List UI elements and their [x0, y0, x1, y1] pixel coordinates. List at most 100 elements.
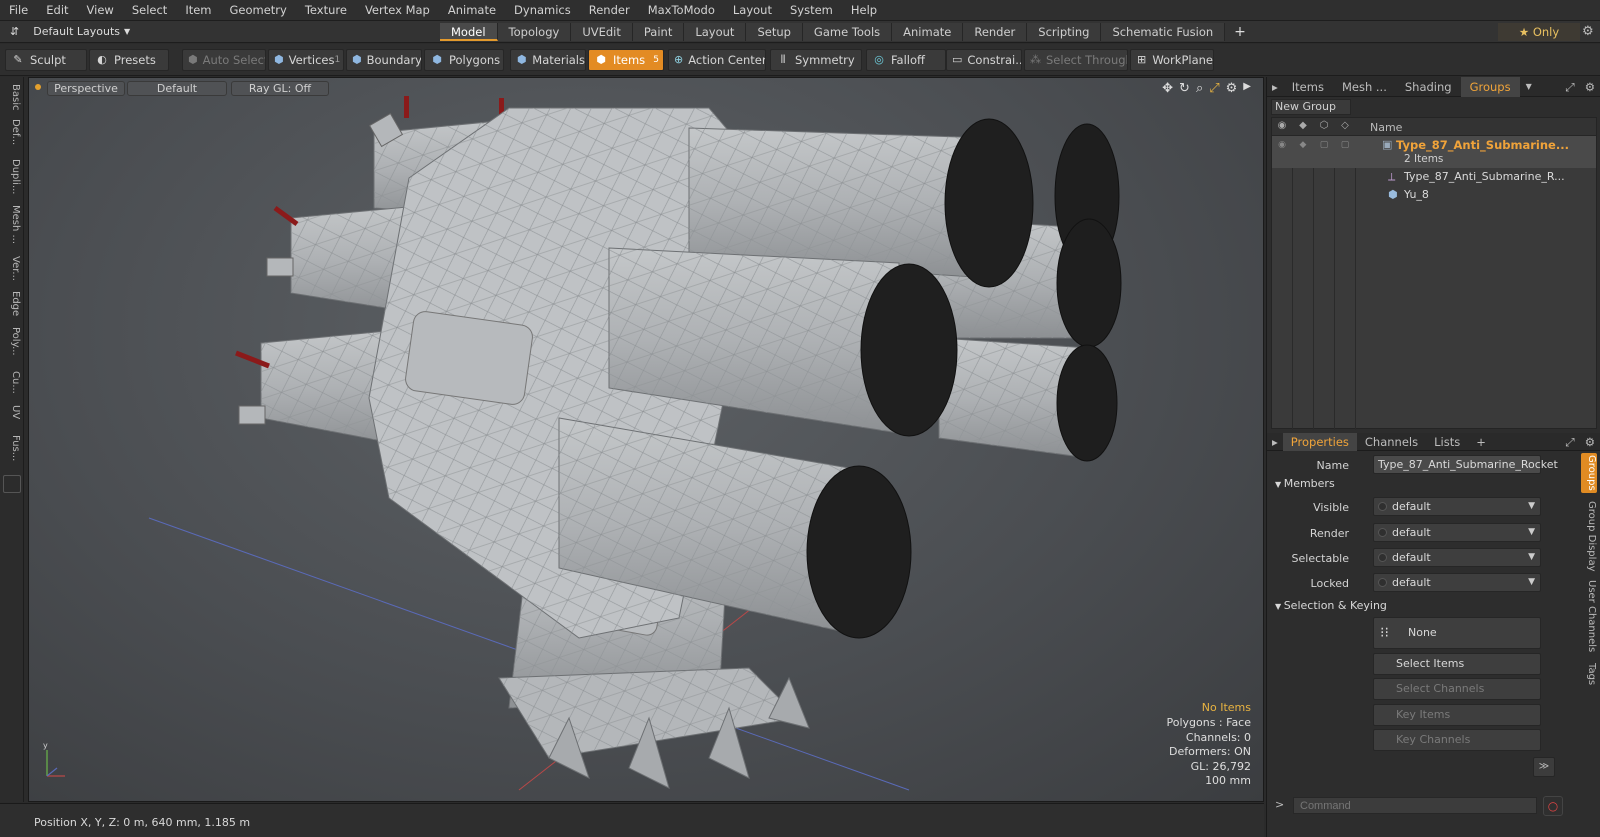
menu-layout[interactable]: Layout: [724, 0, 781, 21]
tab-schematic-fusion[interactable]: Schematic Fusion: [1101, 22, 1226, 41]
boundary-button[interactable]: ⬢ Boundary: [346, 49, 422, 71]
new-group-button[interactable]: New Group: [1271, 99, 1351, 115]
command-input[interactable]: [1293, 797, 1537, 814]
tab-scripting[interactable]: Scripting: [1027, 22, 1102, 41]
polygons-button[interactable]: ⬢ Polygons: [424, 49, 504, 71]
sculpt-button[interactable]: ✎ Sculpt: [5, 49, 87, 71]
visible-dropdown[interactable]: default ▼: [1373, 497, 1541, 516]
viewport-gear-icon[interactable]: ⚙: [1226, 81, 1238, 96]
menu-maxtomodo[interactable]: MaxToModo: [639, 0, 724, 21]
group-render-icon[interactable]: ◆: [1296, 140, 1310, 154]
tab-lists[interactable]: Lists: [1426, 433, 1468, 451]
left-tab-deform[interactable]: Def...: [3, 117, 21, 147]
items-button[interactable]: ⬢ Items 5: [588, 49, 664, 71]
eye-icon[interactable]: ◉: [1275, 120, 1289, 134]
none-button[interactable]: ⁝⁝ None: [1373, 617, 1541, 649]
tab-items[interactable]: Items: [1283, 77, 1333, 97]
workplane-button[interactable]: ⊞ WorkPlane: [1130, 49, 1214, 71]
menu-system[interactable]: System: [781, 0, 842, 21]
members-section[interactable]: ▼ Members: [1275, 477, 1335, 490]
3d-viewport[interactable]: y Perspective Default Ray GL: Off ✥ ↻ ⌕ …: [28, 77, 1264, 802]
render-dropdown[interactable]: default ▼: [1373, 523, 1541, 542]
only-button[interactable]: ★ Only: [1498, 23, 1580, 41]
left-tab-vertex[interactable]: Ver...: [3, 253, 21, 283]
menu-edit[interactable]: Edit: [37, 0, 77, 21]
menu-item[interactable]: Item: [176, 0, 220, 21]
side-tab-group-display[interactable]: Group Display: [1581, 499, 1597, 573]
side-tab-user-channels[interactable]: User Channels: [1581, 579, 1597, 653]
group-visible-icon[interactable]: ◉: [1275, 140, 1289, 154]
left-tab-polygon[interactable]: Poly...: [3, 323, 21, 359]
tree-row-item[interactable]: ⬢ Yu_8: [1272, 186, 1596, 204]
pan-icon[interactable]: ✥: [1162, 81, 1173, 96]
auto-select-button[interactable]: ⬢ Auto Select: [182, 49, 266, 71]
select-items-button[interactable]: Select Items: [1373, 653, 1541, 675]
lock-icon[interactable]: ⬡: [1317, 120, 1331, 134]
zoom-icon[interactable]: ⌕: [1196, 81, 1203, 96]
left-tab-curve[interactable]: Cu...: [3, 367, 21, 397]
select-channels-button[interactable]: Select Channels: [1373, 678, 1541, 700]
constraints-button[interactable]: ▭ Constrai...: [946, 49, 1022, 71]
tab-model[interactable]: Model: [440, 22, 498, 41]
group-select-icon[interactable]: ▢: [1338, 140, 1352, 154]
left-tab-fusion[interactable]: Fus...: [3, 431, 21, 465]
tab-paint[interactable]: Paint: [632, 22, 685, 41]
side-tab-groups[interactable]: Groups: [1581, 453, 1597, 493]
tree-row-group[interactable]: ◉ ◆ ▢ ▢ ▣ Type_87_Anti_Submarine... 2 It…: [1272, 136, 1596, 168]
rotate-icon[interactable]: ↻: [1179, 81, 1190, 96]
falloff-button[interactable]: ◎ Falloff: [866, 49, 946, 71]
shading-dropdown[interactable]: Default: [127, 81, 227, 96]
left-tab-duplicate[interactable]: Dupli...: [3, 155, 21, 199]
menu-vertex-map[interactable]: Vertex Map: [356, 0, 439, 21]
viewport-menu-dot[interactable]: [35, 84, 41, 90]
menu-file[interactable]: File: [0, 0, 37, 21]
tab-shading[interactable]: Shading: [1396, 77, 1461, 97]
menu-render[interactable]: Render: [580, 0, 639, 21]
left-tab-expand[interactable]: [3, 475, 21, 493]
symmetry-button[interactable]: ⫴ Symmetry: [770, 49, 862, 71]
tab-uvedit[interactable]: UVEdit: [571, 22, 633, 41]
panel-gear-icon[interactable]: ⚙: [1579, 77, 1600, 97]
tab-topology[interactable]: Topology: [497, 22, 572, 41]
key-channels-button[interactable]: Key Channels: [1373, 729, 1541, 751]
tab-layout[interactable]: Layout: [684, 22, 747, 41]
menu-view[interactable]: View: [78, 0, 123, 21]
menu-select[interactable]: Select: [123, 0, 176, 21]
key-items-button[interactable]: Key Items: [1373, 704, 1541, 726]
vertices-button[interactable]: ⬢ Vertices 1: [268, 49, 344, 71]
render-icon[interactable]: ◆: [1296, 120, 1310, 134]
selectable-dropdown[interactable]: default ▼: [1373, 548, 1541, 567]
tab-render[interactable]: Render: [963, 22, 1028, 41]
view-type-dropdown[interactable]: Perspective: [47, 81, 125, 96]
locked-dropdown[interactable]: default ▼: [1373, 573, 1541, 592]
menu-dynamics[interactable]: Dynamics: [505, 0, 580, 21]
side-tab-tags[interactable]: Tags: [1581, 659, 1597, 689]
menu-texture[interactable]: Texture: [296, 0, 356, 21]
tab-animate[interactable]: Animate: [892, 22, 964, 41]
menu-animate[interactable]: Animate: [439, 0, 505, 21]
ptabs-expand-icon[interactable]: ⤢: [1561, 433, 1578, 451]
tab-setup[interactable]: Setup: [746, 22, 803, 41]
panel-menu-icon[interactable]: ▸: [1267, 77, 1283, 97]
add-tab-icon[interactable]: +: [1225, 23, 1255, 41]
layouts-dropdown[interactable]: ⇵ Default Layouts ▼: [0, 25, 150, 38]
group-lock-icon[interactable]: ▢: [1317, 140, 1331, 154]
menu-geometry[interactable]: Geometry: [221, 0, 296, 21]
tab-properties[interactable]: Properties: [1282, 432, 1357, 451]
tabs-chevron-icon[interactable]: ▼: [1520, 77, 1538, 97]
tab-mesh[interactable]: Mesh ...: [1333, 77, 1396, 97]
ptabs-menu-icon[interactable]: ▸: [1267, 433, 1283, 451]
raygl-dropdown[interactable]: Ray GL: Off: [231, 81, 329, 96]
tree-row-item[interactable]: ⟂ Type_87_Anti_Submarine_R...: [1272, 168, 1596, 186]
selection-keying-section[interactable]: ▼ Selection & Keying: [1275, 599, 1387, 612]
left-tab-basic[interactable]: Basic: [3, 83, 21, 111]
menu-help[interactable]: Help: [842, 0, 886, 21]
gear-icon[interactable]: ⚙: [1582, 24, 1594, 39]
name-field[interactable]: Type_87_Anti_Submarine_Rocket: [1373, 455, 1558, 474]
presets-button[interactable]: ◐ Presets: [89, 49, 169, 71]
record-macro-icon[interactable]: ○: [1543, 796, 1563, 816]
add-ptab-icon[interactable]: +: [1468, 433, 1494, 451]
tab-game-tools[interactable]: Game Tools: [802, 22, 893, 41]
left-tab-edge[interactable]: Edge: [3, 289, 21, 319]
select-through-button[interactable]: ⁂ Select Through: [1024, 49, 1128, 71]
